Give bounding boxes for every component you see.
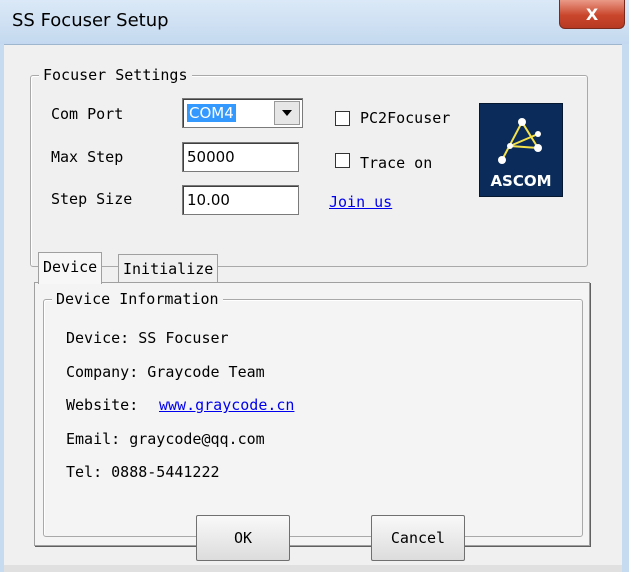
- ascom-logo-text: ASCOM: [490, 172, 552, 190]
- tab-initialize[interactable]: Initialize: [118, 254, 219, 284]
- ok-button[interactable]: OK: [196, 515, 290, 561]
- focuser-settings-legend: Focuser Settings: [39, 66, 192, 84]
- com-port-dropdown-button[interactable]: [274, 101, 300, 125]
- step-size-label: Step Size: [51, 190, 133, 208]
- tab-device[interactable]: Device: [38, 252, 103, 284]
- com-port-value: COM4: [187, 104, 236, 122]
- window-frame-right: [622, 44, 629, 572]
- website-label: Website:: [66, 396, 139, 414]
- pc2focuser-checkbox[interactable]: [335, 111, 350, 126]
- device-name-text: Device: SS Focuser: [66, 329, 229, 347]
- chevron-down-icon: [282, 110, 292, 116]
- tel-text: Tel: 0888-5441222: [66, 463, 220, 481]
- ascom-logo: ASCOM: [479, 103, 563, 197]
- device-information-legend: Device Information: [52, 290, 223, 308]
- trace-on-label[interactable]: Trace on: [360, 154, 432, 172]
- join-us-link[interactable]: Join us: [329, 193, 392, 211]
- max-step-label: Max Step: [51, 148, 124, 166]
- trace-on-checkbox[interactable]: [335, 153, 350, 168]
- window-title: SS Focuser Setup: [12, 10, 169, 31]
- com-port-label: Com Port: [51, 105, 124, 123]
- step-size-input[interactable]: 10.00: [182, 185, 299, 215]
- close-button[interactable]: X: [559, 0, 625, 29]
- title-bar: SS Focuser Setup X: [0, 0, 629, 45]
- ascom-logo-icon: [498, 118, 542, 164]
- cancel-button[interactable]: Cancel: [371, 515, 465, 561]
- max-step-input[interactable]: 50000: [182, 142, 299, 172]
- window-bottom-edge: [4, 565, 622, 572]
- website-link[interactable]: www.graycode.cn: [159, 396, 294, 414]
- dialog-client: Focuser Settings Com Port COM4 Max Step …: [4, 45, 622, 572]
- close-icon: X: [585, 4, 599, 24]
- email-text: Email: graycode@qq.com: [66, 430, 265, 448]
- pc2focuser-label[interactable]: PC2Focuser: [360, 109, 450, 127]
- company-text: Company: Graycode Team: [66, 363, 265, 381]
- com-port-select[interactable]: COM4: [182, 98, 303, 128]
- device-tab-panel: Device Information Device: SS Focuser Co…: [34, 282, 590, 546]
